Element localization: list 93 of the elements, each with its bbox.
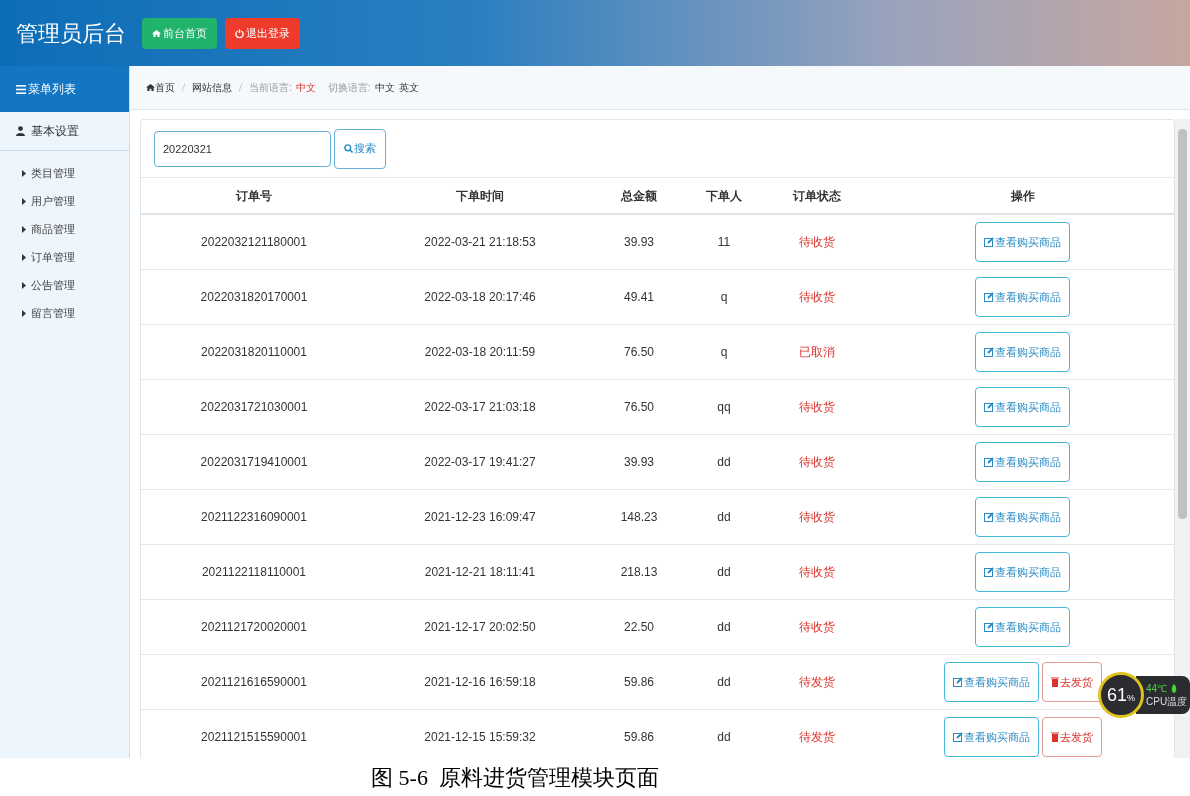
view-items-button[interactable]: 查看购买商品	[975, 277, 1070, 317]
column-header: 操作	[1010, 187, 1035, 205]
table-cell-text: 49.41	[624, 289, 654, 306]
section-header[interactable]: 基本设置	[0, 112, 129, 151]
home-link[interactable]: 首页	[146, 80, 175, 95]
column-header: 下单人	[706, 187, 742, 205]
table-cell-text: dd	[717, 674, 731, 691]
status-text: 待收货	[799, 399, 835, 416]
table-cell-text: dd	[717, 509, 731, 526]
sidebar-item[interactable]: 公告管理	[0, 271, 129, 299]
table-cell-text: qq	[717, 399, 731, 416]
table-cell-text: 2021-12-16 16:59:18	[424, 674, 536, 691]
status-text: 待发货	[799, 729, 835, 746]
table-cell-text: 2022031820110001	[201, 344, 307, 361]
ship-button[interactable]: 去发货	[1041, 717, 1102, 757]
table-cell-text: 39.93	[624, 454, 654, 471]
table-cell-text: 39.93	[624, 234, 654, 251]
table-cell-text: 2021122316090001	[201, 509, 307, 526]
table-cell-text: 2021-12-17 20:02:50	[424, 619, 536, 636]
table-cell-text: 2021121616590001	[201, 674, 307, 691]
search-button[interactable]: 搜索	[334, 128, 386, 169]
status-text: 待收货	[799, 509, 835, 526]
status-text: 待收货	[799, 454, 835, 471]
table-cell-text: 59.86	[624, 729, 654, 746]
search-field[interactable]: 20220321	[154, 130, 331, 167]
section-title: 基本设置	[31, 123, 79, 140]
sidebar-title: 菜单列表	[28, 81, 76, 98]
status-text: 已取消	[799, 344, 835, 361]
sidebar-item[interactable]: 商品管理	[0, 215, 129, 243]
column-header: 订单状态	[793, 187, 841, 205]
home-button[interactable]: 前台首页	[142, 17, 217, 49]
table-cell-text: 2022-03-18 20:11:59	[424, 344, 536, 361]
table-cell-text: 2021121515590001	[201, 729, 307, 746]
view-items-button[interactable]: 查看购买商品	[943, 662, 1039, 702]
app-title: 管理员后台	[16, 19, 126, 48]
status-text: 待收货	[799, 564, 835, 581]
status-text: 待发货	[799, 674, 835, 691]
view-items-button[interactable]: 查看购买商品	[975, 442, 1070, 482]
table-cell-text: 22.50	[624, 619, 654, 636]
view-items-button[interactable]: 查看购买商品	[975, 332, 1070, 372]
table-cell-text: 76.50	[624, 344, 654, 361]
column-header: 总金额	[621, 187, 657, 205]
table-cell-text: 11	[717, 234, 731, 251]
table-cell-text: 2021121720020001	[201, 619, 307, 636]
table-cell-text: 2021-12-15 15:59:32	[424, 729, 536, 746]
cpu-temperature: 44℃	[1146, 683, 1188, 694]
table-cell-text: 2022-03-21 21:18:53	[424, 234, 536, 251]
table-cell-text: dd	[717, 729, 731, 746]
figure-caption: 图 5-6 原料进货管理模块页面	[371, 763, 659, 792]
table-cell-text: 76.50	[624, 399, 654, 416]
table-cell-text: 2022-03-18 20:17:46	[424, 289, 536, 306]
status-text: 待收货	[799, 619, 835, 636]
table-cell-text: 2021-12-21 18:11:41	[424, 564, 536, 581]
cpu-label: CPU温度	[1146, 696, 1188, 707]
view-items-button[interactable]: 查看购买商品	[975, 387, 1070, 427]
table-cell-text: 218.13	[620, 564, 658, 581]
view-items-button[interactable]: 查看购买商品	[975, 497, 1070, 537]
table-cell-text: 2021-12-23 16:09:47	[424, 509, 536, 526]
table-cell-text: 2022031719410001	[200, 454, 308, 471]
table-cell-text: q	[720, 344, 728, 361]
column-header: 订单号	[236, 187, 272, 205]
table-cell-text: dd	[717, 564, 731, 581]
view-items-button[interactable]: 查看购买商品	[975, 552, 1070, 592]
table-cell-text: 59.86	[624, 674, 654, 691]
sidebar-item[interactable]: 用户管理	[0, 187, 129, 215]
language-option[interactable]: 中文	[374, 80, 395, 95]
table-cell-text: 2022-03-17 19:41:27	[424, 454, 536, 471]
language-label: 当前语言:	[249, 81, 292, 95]
table-cell-text: 2022031721030001	[200, 399, 308, 416]
column-header: 下单时间	[456, 187, 504, 205]
logout-button[interactable]: 退出登录	[225, 17, 300, 49]
table-cell-text: 2022031820170001	[200, 289, 308, 306]
table-cell-text: 2021122118110001	[201, 564, 307, 581]
sidebar-item[interactable]: 订单管理	[0, 243, 129, 271]
table-cell-text: 148.23	[620, 509, 658, 526]
current-language: 中文	[295, 81, 316, 95]
table-cell-text: 2022032121180001	[201, 234, 307, 251]
table-cell-text: dd	[717, 454, 731, 471]
page-link[interactable]: 网站信息	[192, 80, 232, 95]
view-items-button[interactable]: 查看购买商品	[975, 222, 1070, 262]
status-text: 待收货	[799, 289, 835, 306]
view-items-button[interactable]: 查看购买商品	[943, 717, 1039, 757]
language-option[interactable]: 英文	[398, 80, 419, 95]
table-cell-text: q	[720, 289, 728, 306]
view-items-button[interactable]: 查看购买商品	[975, 607, 1070, 647]
sidebar-item[interactable]: 类目管理	[0, 159, 129, 187]
status-text: 待收货	[799, 234, 835, 251]
switch-language-label: 切换语言:	[327, 81, 371, 95]
table-cell-text: dd	[717, 619, 731, 636]
table-cell-text: 2022-03-17 21:03:18	[424, 399, 536, 416]
percent-sign: %	[1127, 693, 1135, 706]
cpu-percent: 61	[1106, 683, 1127, 707]
sidebar-item[interactable]: 留言管理	[0, 299, 129, 327]
